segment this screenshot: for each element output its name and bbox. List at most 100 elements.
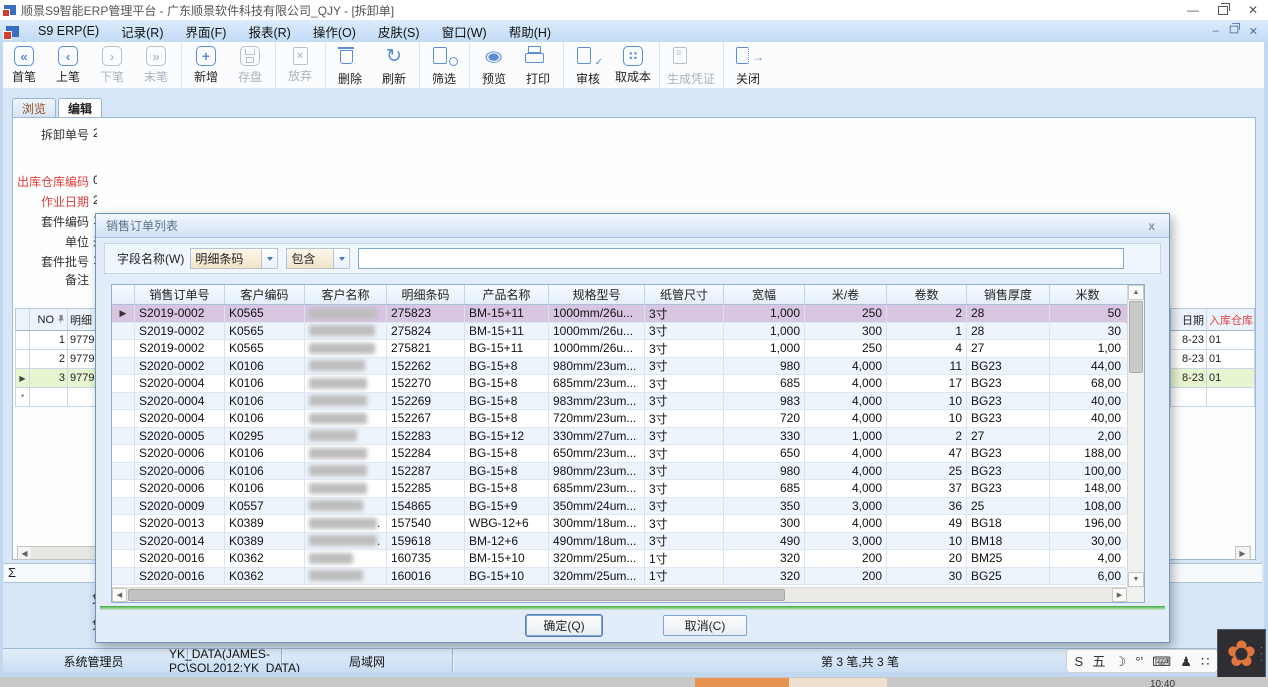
horizontal-scrollbar[interactable]: ◀ ▶ <box>112 587 1127 602</box>
table-row[interactable]: S2020-0016 K0362 160735 BM-15+10 320mm/2… <box>112 550 1127 568</box>
table-row[interactable]: S2020-0009 K0557 154865 BG-15+9 350mm/24… <box>112 498 1127 516</box>
toolbar-voucher-button[interactable]: 生成凭证 <box>662 42 724 88</box>
column-header[interactable]: 销售厚度 <box>967 285 1050 304</box>
toolbar-first-button[interactable]: 首笔 <box>2 42 46 88</box>
cancel-button[interactable]: 取消(C) <box>663 615 747 636</box>
scroll-left-icon[interactable]: ◀ <box>112 588 127 602</box>
chevron-down-icon[interactable] <box>261 249 277 268</box>
scroll-right-icon[interactable]: ▶ <box>1112 588 1127 602</box>
toolbar-cost-button[interactable]: 取成本 <box>610 42 660 88</box>
filter-field-select[interactable]: 明细条码 <box>190 248 278 269</box>
menu-record[interactable]: 记录(R) <box>110 20 174 42</box>
taskbar-item-active[interactable] <box>695 678 789 687</box>
sunflower-remote-icon[interactable]: ··· <box>1217 629 1266 677</box>
table-row[interactable]: S2019-0002 K0565 275824 BM-15+11 1000mm/… <box>112 323 1127 341</box>
toolbox-icon[interactable]: ∷ <box>1201 655 1209 668</box>
field-value-clipped[interactable]: 2 <box>93 126 97 140</box>
column-header[interactable] <box>112 285 135 304</box>
hscroll-thumb[interactable] <box>128 589 785 601</box>
table-row[interactable]: S2020-0006 K0106 152287 BG-15+8 980mm/23… <box>112 463 1127 481</box>
table-row[interactable]: S2020-0004 K0106 152267 BG-15+8 720mm/23… <box>112 410 1127 428</box>
dialog-close-button[interactable]: x <box>1144 219 1159 233</box>
chevron-down-icon[interactable] <box>333 249 349 268</box>
table-row[interactable]: 8-23 01 <box>1170 350 1255 369</box>
toolbar-preview-button[interactable]: 预览 <box>472 42 516 88</box>
table-row[interactable]: 8-23 01 <box>1170 331 1255 350</box>
toolbar-filter-button[interactable]: 筛选 <box>422 42 470 88</box>
table-row[interactable]: S2020-0013 K0389 . 157540 WBG-12+6 300mm… <box>112 515 1127 533</box>
table-row[interactable]: S2020-0004 K0106 152270 BG-15+8 685mm/23… <box>112 375 1127 393</box>
sogou-logo-icon[interactable]: S <box>1075 655 1084 668</box>
fullhalf-moon-icon[interactable]: ☽ <box>1114 655 1126 668</box>
scroll-down-icon[interactable]: ▼ <box>1128 572 1144 587</box>
wubi-mode-icon[interactable]: 五 <box>1092 655 1105 668</box>
menu-interface[interactable]: 界面(F) <box>175 20 238 42</box>
menu-operate[interactable]: 操作(O) <box>302 20 367 42</box>
mdi-minimize-button[interactable]: – <box>1213 25 1219 37</box>
column-header[interactable]: 米/卷 <box>805 285 887 304</box>
menu-window[interactable]: 窗口(W) <box>431 20 498 42</box>
menu-report[interactable]: 报表(R) <box>237 20 301 42</box>
close-button[interactable]: ✕ <box>1238 0 1268 20</box>
taskbar-item[interactable] <box>789 678 887 687</box>
mdi-close-button[interactable]: ✕ <box>1249 25 1258 38</box>
column-header[interactable]: 米数 <box>1050 285 1125 304</box>
vscroll-thumb[interactable] <box>1129 301 1143 373</box>
right-grid-hscrollbar[interactable]: ▶ <box>1235 546 1251 560</box>
column-header[interactable]: 明细条码 <box>387 285 465 304</box>
table-row[interactable]: S2020-0014 K0389 . 159618 BM-12+6 490mm/… <box>112 533 1127 551</box>
table-row[interactable]: 2 97792 <box>15 350 97 369</box>
column-header[interactable]: 卷数 <box>887 285 967 304</box>
vertical-scrollbar[interactable]: ▲ ▼ <box>1127 285 1144 587</box>
toolbar-close-button[interactable]: 关闭 <box>726 42 770 88</box>
table-row[interactable]: ▶ S2019-0002 K0565 275823 BM-15+11 1000m… <box>112 305 1127 323</box>
table-row[interactable]: S2020-0016 K0362 160016 BG-15+10 320mm/2… <box>112 568 1127 586</box>
toolbar-print-button[interactable]: 打印 <box>516 42 564 88</box>
column-header[interactable]: 客户名称 <box>305 285 387 304</box>
table-row[interactable]: S2019-0002 K0565 275821 BG-15+11 1000mm/… <box>112 340 1127 358</box>
table-row[interactable] <box>1170 388 1255 407</box>
column-header[interactable]: 客户编码 <box>225 285 305 304</box>
left-grid-hscrollbar[interactable]: ◀ <box>17 546 97 560</box>
table-row[interactable]: S2020-0002 K0106 152262 BG-15+8 980mm/23… <box>112 358 1127 376</box>
field-value-clipped[interactable]: 2 <box>93 193 97 207</box>
column-header[interactable]: 宽幅 <box>724 285 805 304</box>
toolbar-new-button[interactable]: 新增 <box>184 42 228 88</box>
column-header[interactable]: 销售订单号 <box>135 285 225 304</box>
toolbar-next-button[interactable]: 下笔 <box>90 42 134 88</box>
column-header[interactable]: 规格型号 <box>549 285 645 304</box>
splitter-bar[interactable] <box>100 606 1165 610</box>
tab-edit[interactable]: 编辑 <box>58 98 102 118</box>
toolbar-delete-button[interactable]: 删除 <box>328 42 372 88</box>
table-row[interactable]: 8-23 01 <box>1170 369 1255 388</box>
toolbar-audit-button[interactable]: 审核 <box>566 42 610 88</box>
filter-operator-select[interactable]: 包含 <box>286 248 350 269</box>
menu-s9erp[interactable]: S9 ERP(E) <box>27 20 110 42</box>
menu-skin[interactable]: 皮肤(S) <box>367 20 431 42</box>
confirm-button[interactable]: 确定(Q) <box>526 615 602 636</box>
toolbar-last-button[interactable]: 末笔 <box>134 42 182 88</box>
column-header[interactable]: 纸管尺寸 <box>645 285 724 304</box>
field-value-clipped[interactable]: 0 <box>93 173 97 187</box>
table-row[interactable]: * <box>15 388 97 407</box>
soft-keyboard-icon[interactable]: ⌨ <box>1152 655 1171 668</box>
table-row[interactable]: S2020-0006 K0106 152284 BG-15+8 650mm/23… <box>112 445 1127 463</box>
column-header[interactable]: 产品名称 <box>465 285 549 304</box>
toolbar-discard-button[interactable]: 放弃 <box>278 42 326 88</box>
toolbar-save-button[interactable]: 存盘 <box>228 42 276 88</box>
table-row[interactable]: 1 97792 <box>15 331 97 350</box>
tab-browse[interactable]: 浏览 <box>12 98 56 118</box>
menu-help[interactable]: 帮助(H) <box>498 20 562 42</box>
table-row[interactable]: S2020-0005 K0295 152283 BG-15+12 330mm/2… <box>112 428 1127 446</box>
scroll-up-icon[interactable]: ▲ <box>1128 285 1144 300</box>
filter-value-input[interactable] <box>358 248 1124 269</box>
table-row[interactable]: S2020-0004 K0106 152269 BG-15+8 983mm/23… <box>112 393 1127 411</box>
table-row[interactable]: ▶ 3 97792 <box>15 369 97 388</box>
restore-button[interactable] <box>1208 0 1238 20</box>
minimize-button[interactable]: — <box>1178 0 1208 20</box>
punctuation-mode-icon[interactable]: °’ <box>1135 655 1143 668</box>
person-icon[interactable]: ♟ <box>1180 655 1192 668</box>
toolbar-refresh-button[interactable]: 刷新 <box>372 42 420 88</box>
table-row[interactable]: S2020-0006 K0106 152285 BG-15+8 685mm/23… <box>112 480 1127 498</box>
toolbar-prev-button[interactable]: 上笔 <box>46 42 90 88</box>
